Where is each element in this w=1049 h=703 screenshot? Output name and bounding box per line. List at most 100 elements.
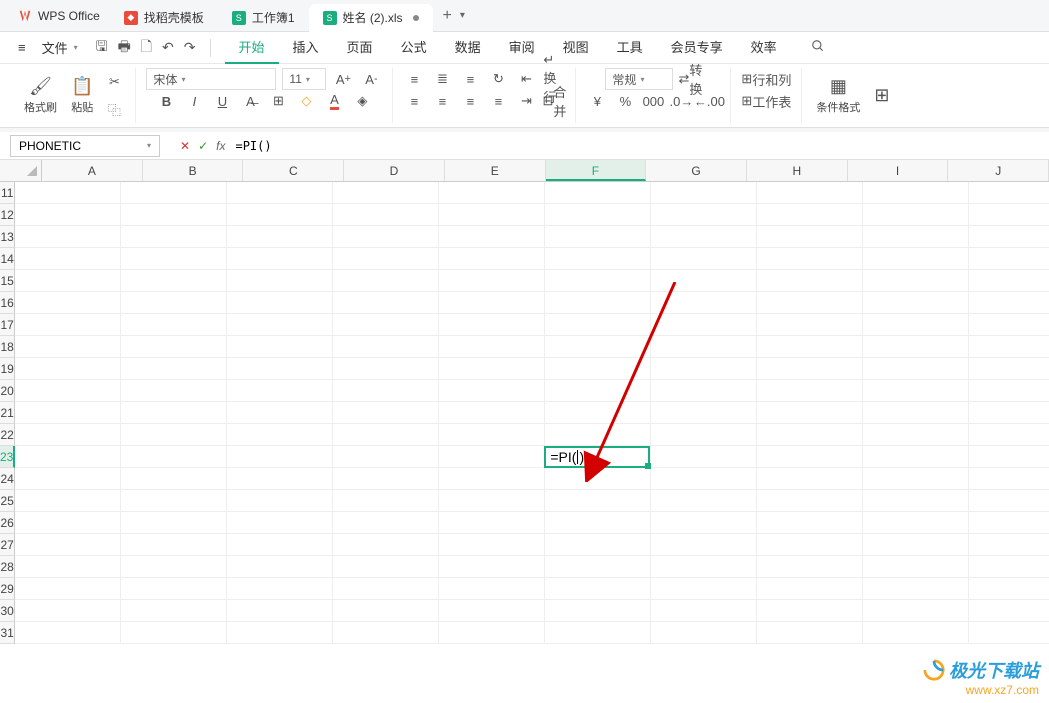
cell[interactable] xyxy=(333,204,439,226)
align-right-button[interactable]: ≡ xyxy=(459,90,481,112)
cell[interactable] xyxy=(227,490,333,512)
cell[interactable] xyxy=(651,226,757,248)
percent-button[interactable]: % xyxy=(614,90,636,112)
cell[interactable] xyxy=(863,248,969,270)
cell[interactable] xyxy=(121,182,227,204)
cell[interactable] xyxy=(651,446,757,468)
cell[interactable] xyxy=(439,556,545,578)
cell[interactable] xyxy=(439,490,545,512)
cell[interactable] xyxy=(439,578,545,600)
cell[interactable] xyxy=(545,578,651,600)
cell[interactable] xyxy=(121,468,227,490)
cell[interactable] xyxy=(227,424,333,446)
cell[interactable] xyxy=(757,424,863,446)
cell[interactable] xyxy=(333,358,439,380)
cell[interactable] xyxy=(15,490,121,512)
cell[interactable] xyxy=(333,468,439,490)
cell[interactable] xyxy=(545,248,651,270)
row-header[interactable]: 17 xyxy=(0,314,15,336)
cell[interactable] xyxy=(757,556,863,578)
cell[interactable] xyxy=(121,204,227,226)
justify-button[interactable]: ≡ xyxy=(487,90,509,112)
cell[interactable] xyxy=(863,424,969,446)
cell[interactable] xyxy=(15,534,121,556)
cell[interactable] xyxy=(757,358,863,380)
print-icon[interactable]: 🖶 xyxy=(118,36,131,60)
cell[interactable] xyxy=(969,556,1049,578)
convert-button[interactable]: ⇄转换 xyxy=(679,68,701,90)
row-header[interactable]: 11 xyxy=(0,182,15,204)
cell[interactable] xyxy=(863,622,969,644)
cell[interactable] xyxy=(15,468,121,490)
cell[interactable] xyxy=(15,512,121,534)
cell[interactable] xyxy=(545,292,651,314)
cell[interactable] xyxy=(969,446,1049,468)
cell[interactable] xyxy=(439,358,545,380)
doc-tab-current[interactable]: S 姓名 (2).xls xyxy=(309,4,433,32)
cell[interactable] xyxy=(227,292,333,314)
cell[interactable] xyxy=(545,182,651,204)
decrease-decimal-button[interactable]: .0→ xyxy=(670,90,692,112)
cell[interactable] xyxy=(439,534,545,556)
cancel-formula-button[interactable]: ✕ xyxy=(180,139,190,153)
cell[interactable] xyxy=(545,204,651,226)
col-header[interactable]: E xyxy=(445,160,546,181)
cell[interactable] xyxy=(651,556,757,578)
cell[interactable] xyxy=(15,204,121,226)
cell[interactable] xyxy=(969,358,1049,380)
cell[interactable] xyxy=(121,380,227,402)
cell[interactable] xyxy=(969,380,1049,402)
cell[interactable] xyxy=(863,358,969,380)
cell[interactable] xyxy=(545,358,651,380)
indent-dec-button[interactable]: ⇤ xyxy=(515,68,537,90)
cell[interactable] xyxy=(439,270,545,292)
cell[interactable] xyxy=(545,534,651,556)
align-bottom-button[interactable]: ≡ xyxy=(459,68,481,90)
indent-inc-button[interactable]: ⇥ xyxy=(515,90,537,112)
cell[interactable] xyxy=(227,622,333,644)
cell[interactable] xyxy=(863,270,969,292)
paste-button[interactable]: 📋粘贴 xyxy=(67,68,97,123)
cell[interactable] xyxy=(545,226,651,248)
cell[interactable] xyxy=(651,622,757,644)
save-icon[interactable]: 🖫 xyxy=(96,36,108,60)
row-header[interactable]: 21 xyxy=(0,402,15,424)
cell[interactable] xyxy=(863,204,969,226)
strikethrough-button[interactable]: A̶ xyxy=(239,90,261,112)
underline-button[interactable]: U xyxy=(211,90,233,112)
doc-tab-workbook1[interactable]: S 工作簿1 xyxy=(218,4,309,32)
cell[interactable] xyxy=(333,292,439,314)
cell[interactable] xyxy=(757,622,863,644)
cell[interactable] xyxy=(121,270,227,292)
active-cell-editor[interactable]: =PI() xyxy=(544,446,650,468)
col-header[interactable]: I xyxy=(848,160,949,181)
currency-button[interactable]: ¥ xyxy=(586,90,608,112)
menu-item-review[interactable]: 审阅 xyxy=(495,32,549,64)
col-header[interactable]: D xyxy=(344,160,445,181)
cell[interactable] xyxy=(121,336,227,358)
accept-formula-button[interactable]: ✓ xyxy=(198,139,208,153)
cell[interactable] xyxy=(121,622,227,644)
cell[interactable] xyxy=(757,248,863,270)
cell[interactable] xyxy=(333,380,439,402)
cell[interactable] xyxy=(15,556,121,578)
cell[interactable] xyxy=(227,534,333,556)
cell[interactable] xyxy=(969,402,1049,424)
bold-button[interactable]: B xyxy=(155,90,177,112)
menu-item-start[interactable]: 开始 xyxy=(225,32,279,64)
cell[interactable] xyxy=(863,182,969,204)
comma-button[interactable]: 000 xyxy=(642,90,664,112)
cell[interactable] xyxy=(227,468,333,490)
row-header[interactable]: 18 xyxy=(0,336,15,358)
cell[interactable] xyxy=(227,248,333,270)
cell[interactable] xyxy=(969,292,1049,314)
cell[interactable] xyxy=(651,182,757,204)
merge-button[interactable]: ⊟合并 xyxy=(543,90,565,112)
print-preview-icon[interactable]: 🗋 xyxy=(141,36,152,60)
fill-color-button[interactable]: ◇ xyxy=(295,90,317,112)
cell[interactable] xyxy=(969,490,1049,512)
cell[interactable] xyxy=(121,402,227,424)
align-left-button[interactable]: ≡ xyxy=(403,90,425,112)
cell[interactable] xyxy=(227,446,333,468)
cell[interactable] xyxy=(227,314,333,336)
